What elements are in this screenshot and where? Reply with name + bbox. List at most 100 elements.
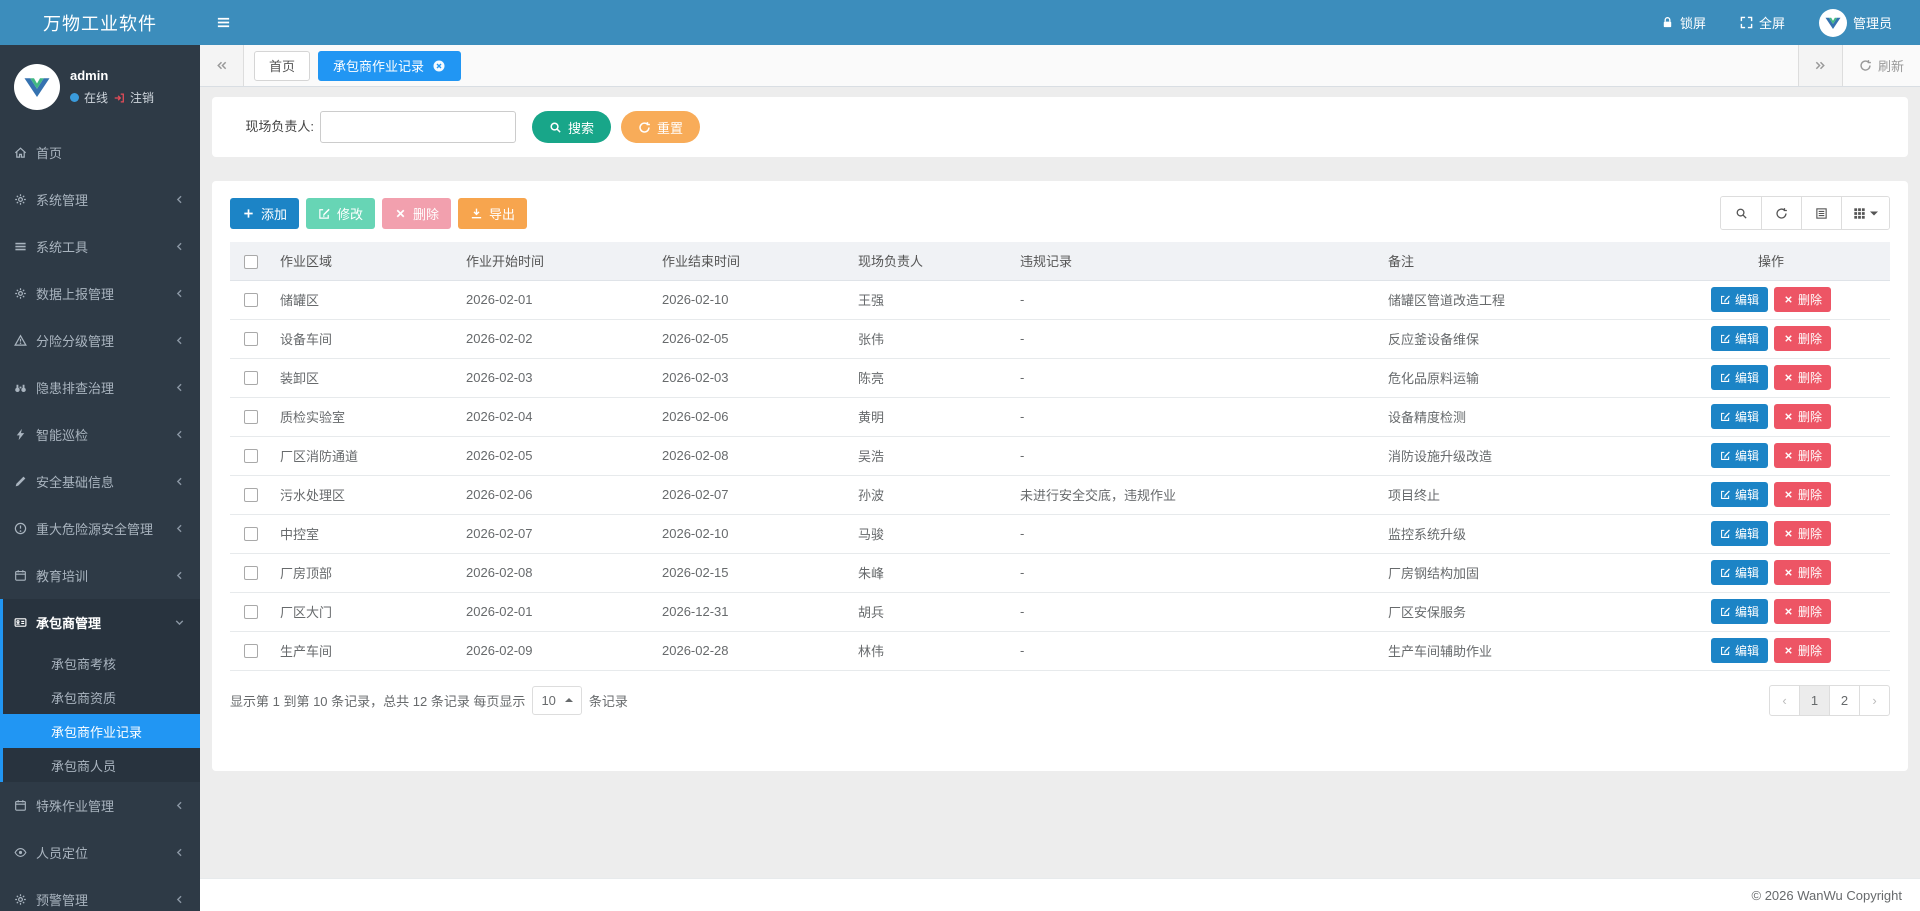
grid-detail-view-button[interactable] xyxy=(1801,197,1841,229)
select-all-checkbox[interactable] xyxy=(244,255,258,269)
tab-close-icon[interactable] xyxy=(432,59,446,73)
hamburger-icon xyxy=(216,15,231,30)
cell-violation: 未进行安全交底，违规作业 xyxy=(1012,475,1380,514)
cell-person: 张伟 xyxy=(850,319,1012,358)
sidebar-item[interactable]: 预警管理 xyxy=(0,876,200,911)
fullscreen-button[interactable]: 全屏 xyxy=(1740,13,1785,32)
cell-person: 吴浩 xyxy=(850,436,1012,475)
row-checkbox[interactable] xyxy=(244,371,258,385)
export-button-label: 导出 xyxy=(489,204,515,223)
user-menu[interactable]: 管理员 xyxy=(1819,9,1892,37)
page-prev-button[interactable]: ‹ xyxy=(1769,685,1800,716)
tabs-scroll-right-button[interactable] xyxy=(1798,45,1842,86)
cell-area: 生产车间 xyxy=(272,631,458,670)
cell-person: 胡兵 xyxy=(850,592,1012,631)
delete-button[interactable]: 删除 xyxy=(382,198,451,229)
edit-icon xyxy=(1720,606,1731,617)
add-button[interactable]: 添加 xyxy=(230,198,299,229)
grid-search-button[interactable] xyxy=(1721,197,1761,229)
sidebar-item[interactable]: 安全基础信息 xyxy=(0,458,200,505)
row-checkbox[interactable] xyxy=(244,293,258,307)
row-edit-button[interactable]: 编辑 xyxy=(1711,482,1768,507)
row-edit-button[interactable]: 编辑 xyxy=(1711,287,1768,312)
sidebar-subitem[interactable]: 承包商资质 xyxy=(3,680,200,714)
sidebar-subitem[interactable]: 承包商作业记录 xyxy=(3,714,200,748)
row-delete-button[interactable]: 删除 xyxy=(1774,521,1831,546)
sidebar-section-expanded: 承包商管理承包商考核承包商资质承包商作业记录承包商人员 xyxy=(0,599,200,782)
row-checkbox[interactable] xyxy=(244,488,258,502)
sidebar-item[interactable]: 承包商管理 xyxy=(3,599,200,646)
reset-button[interactable]: 重置 xyxy=(621,111,700,143)
grid-refresh-button[interactable] xyxy=(1761,197,1801,229)
logout-link[interactable]: 注销 xyxy=(130,89,154,106)
page-number-button[interactable]: 1 xyxy=(1799,685,1830,716)
sidebar-item[interactable]: 首页 xyxy=(0,129,200,176)
sidebar-item[interactable]: 智能巡检 xyxy=(0,411,200,458)
tab-refresh-button[interactable]: 刷新 xyxy=(1842,45,1920,86)
sidebar-item[interactable]: 重大危险源安全管理 xyxy=(0,505,200,552)
tabs-scroll-left-button[interactable] xyxy=(200,45,244,86)
row-delete-button[interactable]: 删除 xyxy=(1774,482,1831,507)
table-row: 装卸区2026-02-032026-02-03陈亮-危化品原料运输编辑删除 xyxy=(230,358,1890,397)
cell-start: 2026-02-08 xyxy=(458,553,654,592)
row-edit-button[interactable]: 编辑 xyxy=(1711,326,1768,351)
row-edit-button[interactable]: 编辑 xyxy=(1711,365,1768,390)
row-edit-button[interactable]: 编辑 xyxy=(1711,404,1768,429)
row-checkbox[interactable] xyxy=(244,644,258,658)
sidebar-item[interactable]: 系统管理 xyxy=(0,176,200,223)
row-delete-button[interactable]: 删除 xyxy=(1774,560,1831,585)
x-icon xyxy=(1783,333,1794,344)
sidebar-item[interactable]: 系统工具 xyxy=(0,223,200,270)
search-button[interactable]: 搜索 xyxy=(532,111,611,143)
sidebar-item[interactable]: 教育培训 xyxy=(0,552,200,599)
column-header-end: 作业结束时间 xyxy=(654,242,850,280)
cell-end: 2026-02-06 xyxy=(654,397,850,436)
detail-view-icon xyxy=(1815,207,1828,220)
row-delete-button[interactable]: 删除 xyxy=(1774,326,1831,351)
tab-bar: 首页 承包商作业记录 刷新 xyxy=(200,45,1920,87)
row-delete-button[interactable]: 删除 xyxy=(1774,443,1831,468)
row-checkbox[interactable] xyxy=(244,332,258,346)
sidebar-toggle-button[interactable] xyxy=(200,0,246,45)
x-icon xyxy=(1783,411,1794,422)
row-delete-button[interactable]: 删除 xyxy=(1774,404,1831,429)
row-edit-button[interactable]: 编辑 xyxy=(1711,521,1768,546)
tab-contractor-records[interactable]: 承包商作业记录 xyxy=(318,51,461,81)
sidebar-item[interactable]: 数据上报管理 xyxy=(0,270,200,317)
search-input[interactable] xyxy=(320,111,516,143)
page-number-button[interactable]: 2 xyxy=(1829,685,1860,716)
export-button[interactable]: 导出 xyxy=(458,198,527,229)
refresh-icon xyxy=(1859,59,1872,72)
row-delete-button[interactable]: 删除 xyxy=(1774,599,1831,624)
cell-area: 厂房顶部 xyxy=(272,553,458,592)
grid-columns-button[interactable] xyxy=(1841,197,1889,229)
row-delete-button[interactable]: 删除 xyxy=(1774,287,1831,312)
sidebar-item[interactable]: 特殊作业管理 xyxy=(0,782,200,829)
row-edit-button[interactable]: 编辑 xyxy=(1711,599,1768,624)
sidebar-subitem[interactable]: 承包商考核 xyxy=(3,646,200,680)
sidebar-item[interactable]: 隐患排查治理 xyxy=(0,364,200,411)
gear-icon xyxy=(14,287,27,300)
sidebar-item[interactable]: 人员定位 xyxy=(0,829,200,876)
search-icon xyxy=(549,121,562,134)
row-delete-button[interactable]: 删除 xyxy=(1774,365,1831,390)
row-checkbox[interactable] xyxy=(244,527,258,541)
row-edit-button[interactable]: 编辑 xyxy=(1711,560,1768,585)
row-delete-button[interactable]: 删除 xyxy=(1774,638,1831,663)
row-checkbox[interactable] xyxy=(244,605,258,619)
row-edit-button[interactable]: 编辑 xyxy=(1711,443,1768,468)
row-checkbox[interactable] xyxy=(244,566,258,580)
cell-area: 厂区消防通道 xyxy=(272,436,458,475)
modify-button[interactable]: 修改 xyxy=(306,198,375,229)
sidebar-subitem[interactable]: 承包商人员 xyxy=(3,748,200,782)
sidebar-item[interactable]: 分险分级管理 xyxy=(0,317,200,364)
row-edit-button[interactable]: 编辑 xyxy=(1711,638,1768,663)
page-next-button[interactable]: › xyxy=(1859,685,1890,716)
sidebar-menu: 首页系统管理系统工具数据上报管理分险分级管理隐患排查治理智能巡检安全基础信息重大… xyxy=(0,129,200,911)
row-checkbox[interactable] xyxy=(244,449,258,463)
page-size-select[interactable]: 10 xyxy=(532,686,581,715)
tab-home[interactable]: 首页 xyxy=(254,51,310,81)
row-checkbox[interactable] xyxy=(244,410,258,424)
cell-end: 2026-02-28 xyxy=(654,631,850,670)
lock-screen-button[interactable]: 锁屏 xyxy=(1661,13,1706,32)
